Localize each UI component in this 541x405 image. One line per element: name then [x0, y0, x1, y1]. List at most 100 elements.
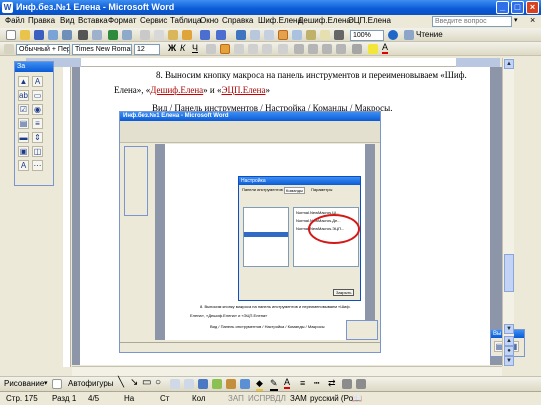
document-map-icon[interactable]: [320, 30, 330, 40]
cut-icon[interactable]: [140, 30, 150, 40]
menu-window[interactable]: Окно: [200, 16, 219, 25]
diagram-icon[interactable]: [212, 379, 222, 389]
draw-menu[interactable]: Рисование: [4, 379, 44, 388]
permission-icon[interactable]: [48, 30, 58, 40]
menu-help[interactable]: Справка: [222, 16, 253, 25]
line-spacing-icon[interactable]: [278, 44, 288, 54]
open-icon[interactable]: [20, 30, 30, 40]
menu-table[interactable]: Таблица: [170, 16, 201, 25]
font-combo[interactable]: Times New Roman: [72, 44, 132, 55]
char-style-icon[interactable]: [206, 44, 216, 54]
dialog-close-button[interactable]: Закрыть: [333, 289, 355, 296]
print-preview-icon[interactable]: [92, 30, 102, 40]
autoshapes-menu[interactable]: Автофигуры: [68, 379, 114, 388]
palette-spin-icon[interactable]: ⇕: [32, 132, 43, 143]
menu-edit[interactable]: Правка: [28, 16, 55, 25]
vertical-textbox-icon[interactable]: [184, 379, 194, 389]
arrow-style-icon[interactable]: ⇄: [328, 378, 336, 389]
help-search-input[interactable]: Введите вопрос: [432, 16, 512, 27]
draw-menu-arrow-icon[interactable]: ▾: [44, 379, 48, 387]
dialog-tab-options[interactable]: Параметры: [311, 187, 332, 192]
clipart-icon[interactable]: [226, 379, 236, 389]
align-right-icon[interactable]: [248, 44, 258, 54]
menu-tools[interactable]: Сервис: [140, 16, 167, 25]
shadow-icon[interactable]: [342, 379, 352, 389]
show-hide-icon[interactable]: [334, 30, 344, 40]
picture-icon[interactable]: [240, 379, 250, 389]
wordart-icon[interactable]: [198, 379, 208, 389]
bold-button[interactable]: Ж: [168, 43, 176, 53]
undo-icon[interactable]: [200, 30, 210, 40]
select-objects-icon[interactable]: [52, 379, 62, 389]
help-icon[interactable]: [388, 30, 398, 40]
palette-field-icon[interactable]: ▭: [32, 90, 43, 101]
palette-more-icon[interactable]: ⋯: [32, 160, 43, 171]
draw-font-color-icon[interactable]: A: [284, 377, 291, 389]
menu-signature[interactable]: ЭЦП.Елена: [348, 16, 391, 25]
3d-icon[interactable]: [356, 379, 366, 389]
save-icon[interactable]: [34, 30, 44, 40]
bullets-icon[interactable]: [308, 44, 318, 54]
word-app-icon[interactable]: W: [2, 2, 13, 13]
palette-image-icon[interactable]: ▣: [18, 146, 29, 157]
palette-list-icon[interactable]: ≡: [32, 118, 43, 129]
vertical-scrollbar[interactable]: ▲ ▼ ▲ ● ▼: [502, 58, 514, 366]
email-icon[interactable]: [62, 30, 72, 40]
status-language[interactable]: русский (Ро: [310, 394, 353, 403]
horizontal-ruler[interactable]: [26, 58, 500, 67]
font-size-combo[interactable]: 12: [134, 44, 160, 55]
oval-icon[interactable]: ○: [155, 377, 161, 388]
browse-object-icon[interactable]: ●: [504, 346, 514, 356]
prev-page-icon[interactable]: ▲: [504, 336, 514, 346]
help-dropdown-icon[interactable]: ▾: [514, 16, 518, 24]
palette-label-icon[interactable]: A: [32, 76, 43, 87]
zoom-combo[interactable]: 100%: [350, 30, 384, 41]
format-painter-icon[interactable]: [182, 30, 192, 40]
document-text[interactable]: 8. Выносим кнопку макроса на панель инст…: [114, 68, 467, 116]
redo-icon[interactable]: [216, 30, 226, 40]
style-combo[interactable]: Обычный + Пер: [16, 44, 70, 55]
vertical-ruler[interactable]: [63, 67, 71, 367]
decrease-indent-icon[interactable]: [322, 44, 332, 54]
palette-textbox-icon[interactable]: ab: [18, 90, 29, 101]
palette-frame-icon[interactable]: ◫: [32, 146, 43, 157]
next-page-icon[interactable]: ▼: [504, 356, 514, 366]
floating-palette[interactable]: За ▲ A ab ▭ ☑ ◉ ▤ ≡ ▬ ⇕ ▣ ◫ A ⋯: [14, 61, 54, 186]
italic-button[interactable]: К: [180, 43, 185, 53]
status-ovr[interactable]: ЗАМ: [290, 394, 307, 403]
menu-format[interactable]: Формат: [108, 16, 136, 25]
rectangle-icon[interactable]: ▭: [142, 377, 151, 388]
increase-indent-icon[interactable]: [336, 44, 346, 54]
spelling-icon[interactable]: [108, 30, 118, 40]
palette-radio-icon[interactable]: ◉: [32, 104, 43, 115]
minimize-icon[interactable]: _: [496, 1, 509, 14]
align-left-icon[interactable]: [220, 44, 230, 54]
menu-insert[interactable]: Вставка: [78, 16, 108, 25]
spelling-status-icon[interactable]: 📖: [352, 394, 362, 403]
hyperlink-icon[interactable]: [236, 30, 246, 40]
embedded-screenshot[interactable]: Инф.без.№1 Елена - Microsoft Word Настро…: [119, 111, 381, 353]
line-icon[interactable]: ╲: [118, 377, 124, 388]
drawing-icon[interactable]: [306, 30, 316, 40]
numbering-icon[interactable]: [294, 44, 304, 54]
doc-close-icon[interactable]: ×: [530, 15, 535, 25]
tables-borders-icon[interactable]: [250, 30, 260, 40]
textbox-icon[interactable]: [170, 379, 180, 389]
dialog-tab-toolbars[interactable]: Панели инструментов: [242, 187, 283, 192]
menu-encrypt[interactable]: Шиф.Елена: [258, 16, 302, 25]
palette-text-icon[interactable]: A: [18, 160, 29, 171]
paste-icon[interactable]: [168, 30, 178, 40]
scroll-up-icon[interactable]: ▲: [504, 59, 514, 69]
close-icon[interactable]: ×: [526, 1, 539, 14]
scroll-down-icon[interactable]: ▼: [504, 324, 514, 334]
status-ext[interactable]: ВДЛ: [270, 394, 286, 403]
dash-style-icon[interactable]: ┅: [314, 378, 319, 389]
dialog-tab-commands[interactable]: Команды: [284, 187, 305, 194]
new-document-icon[interactable]: [6, 30, 16, 40]
palette-checkbox-icon[interactable]: ☑: [18, 104, 29, 115]
arrow-icon[interactable]: ↘: [130, 377, 138, 388]
line-color-icon[interactable]: ✎: [270, 378, 278, 391]
align-center-icon[interactable]: [234, 44, 244, 54]
research-icon[interactable]: [122, 30, 132, 40]
scroll-thumb[interactable]: [504, 254, 514, 292]
